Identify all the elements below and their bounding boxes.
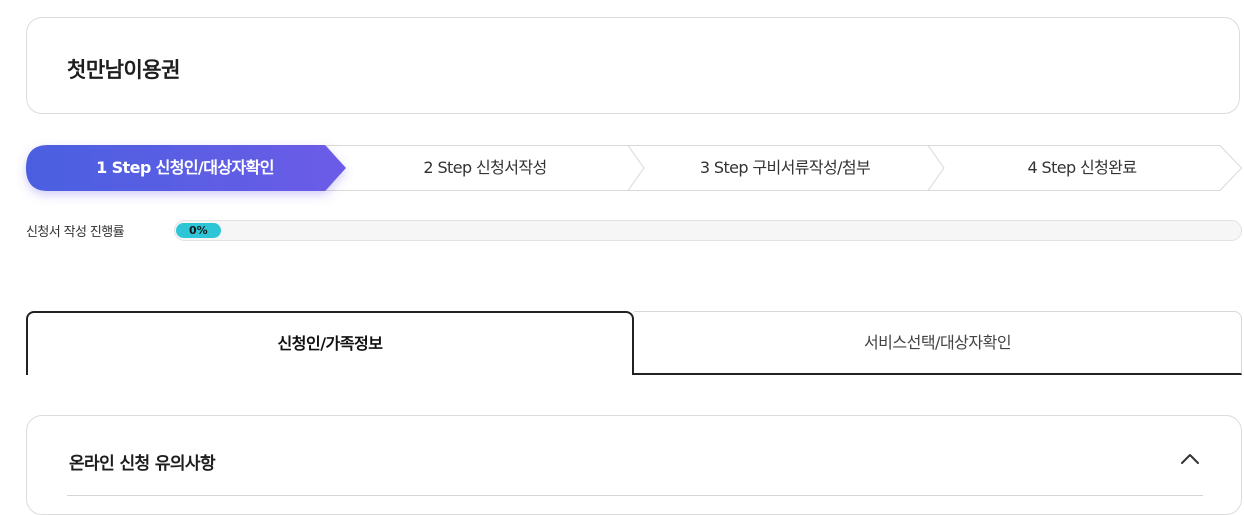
- step-2-label: 2 Step 신청서작성: [423, 158, 547, 177]
- step-indicator: 1 Step 신청인/대상자확인 2 Step 신청서작성 3 Step 구비서…: [26, 145, 1243, 191]
- step-3-label: 3 Step 구비서류작성/첨부: [699, 158, 871, 177]
- progress-label: 신청서 작성 진행률: [26, 225, 125, 240]
- progress-section: 신청서 작성 진행률 0%: [26, 220, 1242, 242]
- tab-service-selection[interactable]: 서비스선택/대상자확인: [634, 311, 1242, 375]
- chevron-up-icon[interactable]: [1179, 452, 1201, 466]
- tab-applicant-family-info[interactable]: 신청인/가족정보: [26, 311, 634, 375]
- page-title: 첫만남이용권: [67, 58, 180, 82]
- progress-value-badge: 0%: [176, 223, 221, 238]
- notice-title: 온라인 신청 유의사항: [69, 454, 216, 474]
- step-4-label: 4 Step 신청완료: [1027, 158, 1137, 177]
- progress-bar: 0%: [174, 220, 1242, 241]
- step-1-label: 1 Step 신청인/대상자확인: [96, 158, 274, 177]
- form-tabs: 신청인/가족정보 서비스선택/대상자확인: [26, 311, 1242, 375]
- notice-accordion: 온라인 신청 유의사항: [26, 415, 1242, 515]
- page-title-card: 첫만남이용권: [26, 17, 1240, 114]
